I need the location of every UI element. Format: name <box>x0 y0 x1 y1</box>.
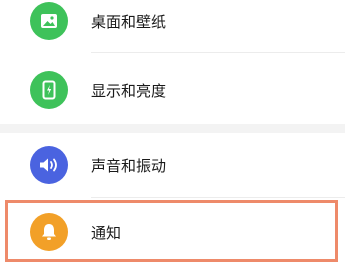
settings-item-wallpaper[interactable]: 桌面和壁纸 <box>0 0 345 53</box>
settings-item-label: 通知 <box>91 223 122 242</box>
bell-icon <box>30 213 68 251</box>
divider <box>91 197 345 198</box>
wallpaper-icon <box>30 2 68 40</box>
settings-item-label: 显示和亮度 <box>91 81 167 100</box>
sound-icon <box>30 146 68 184</box>
settings-item-label: 桌面和壁纸 <box>91 12 167 31</box>
section-gap <box>0 124 345 133</box>
settings-screen: 桌面和壁纸 显示和亮度 声音和振动 通知 <box>0 0 345 267</box>
settings-item-sound[interactable]: 声音和振动 <box>0 133 345 197</box>
display-brightness-icon <box>30 71 68 109</box>
settings-item-label: 声音和振动 <box>91 156 167 175</box>
divider <box>91 52 345 53</box>
settings-item-notifications[interactable]: 通知 <box>0 200 345 264</box>
settings-item-display[interactable]: 显示和亮度 <box>0 58 345 122</box>
